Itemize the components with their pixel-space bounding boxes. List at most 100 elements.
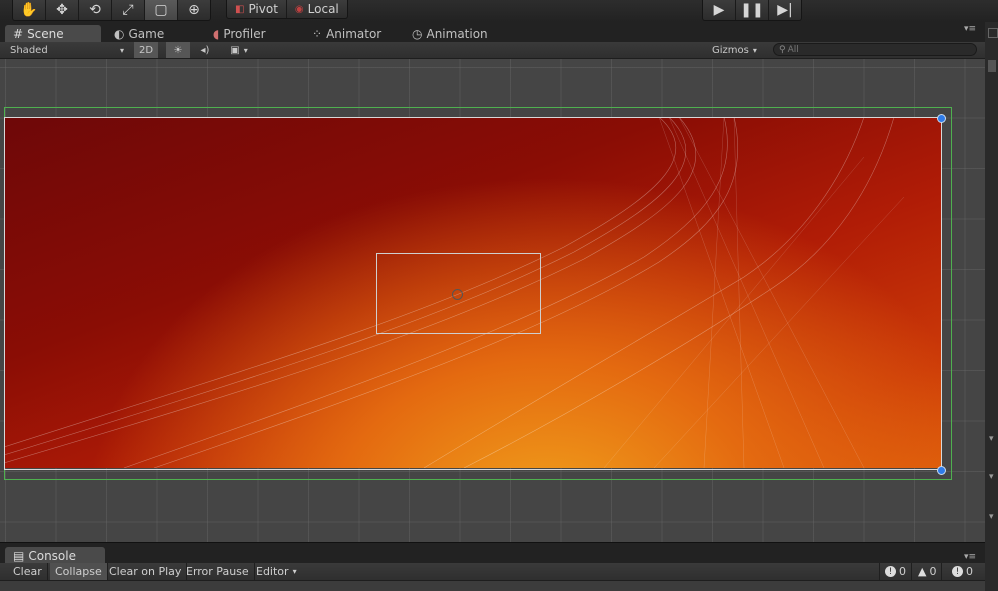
- scene-icon: #: [13, 26, 24, 41]
- audio-toggle[interactable]: ◂): [194, 42, 216, 58]
- pause-icon: ❚❚: [740, 2, 764, 18]
- collapse-label: Collapse: [55, 565, 102, 578]
- animation-icon: ◷: [412, 26, 423, 41]
- tab-console-label: Console: [28, 548, 76, 563]
- error-pause-label: Error Pause: [186, 565, 249, 578]
- rotate-icon: ⟲: [89, 2, 101, 18]
- playback-controls: ▶ ❚❚ ▶|: [702, 0, 802, 21]
- warning-count: 0: [929, 565, 937, 578]
- hand-icon: ✋: [20, 2, 38, 18]
- pause-button[interactable]: ❚❚: [736, 0, 769, 20]
- tab-animation-label: Animation: [426, 26, 488, 41]
- error-count: 0: [966, 565, 973, 578]
- transform-icon: ⊕: [188, 2, 200, 18]
- clear-on-play-button[interactable]: Clear on Play: [104, 563, 188, 580]
- tab-animation[interactable]: ◷ Animation: [404, 25, 496, 42]
- scale-icon: ⤢: [122, 2, 134, 18]
- transform-tools: ✋ ✥ ⟲ ⤢ ▢ ⊕: [12, 0, 211, 21]
- speaker-icon: ◂): [200, 44, 210, 56]
- gizmos-label: Gizmos: [712, 44, 749, 56]
- profiler-icon: ◖: [213, 26, 220, 41]
- chevron-down-icon[interactable]: ▾: [989, 512, 994, 522]
- play-button[interactable]: ▶: [703, 0, 736, 20]
- view-tabs: # Scene ◐ Game ◖ Profiler ⁘ Animator ◷ A…: [0, 22, 998, 43]
- collapse-button[interactable]: Collapse: [50, 563, 108, 580]
- rect-handle-top-right[interactable]: [937, 114, 946, 123]
- animator-icon: ⁘: [312, 26, 323, 41]
- clear-on-play-label: Clear on Play: [109, 565, 182, 578]
- local-icon: ◉: [294, 3, 304, 15]
- main-toolbar: ✋ ✥ ⟲ ⤢ ▢ ⊕ ◧ Pivot ◉ Local ▶ ❚❚ ▶|: [0, 0, 998, 22]
- rect-icon: ▢: [154, 2, 168, 18]
- image-icon: ▣: [230, 44, 240, 56]
- tab-scene-label: Scene: [27, 26, 64, 41]
- lighting-toggle[interactable]: ☀: [166, 42, 190, 58]
- chevron-down-icon[interactable]: ▾: [989, 434, 994, 444]
- tab-console[interactable]: ▤ Console: [5, 547, 105, 564]
- rect-handle-bottom-right[interactable]: [937, 466, 946, 475]
- warning-count-toggle[interactable]: ▲ 0: [913, 563, 943, 580]
- clear-label: Clear: [13, 565, 42, 578]
- rect-tool-button[interactable]: ▢: [145, 0, 178, 20]
- sun-icon: ☀: [173, 44, 183, 56]
- tab-game[interactable]: ◐ Game: [106, 25, 172, 42]
- scrollbar-thumb[interactable]: [988, 60, 996, 72]
- scale-tool-button[interactable]: ⤢: [112, 0, 145, 20]
- chevron-down-icon: ▾: [119, 45, 124, 55]
- hand-tool-button[interactable]: ✋: [13, 0, 46, 20]
- search-placeholder: All: [787, 44, 799, 55]
- console-tab-bar: ▤ Console ▾≡: [0, 542, 985, 564]
- pivot-toggle[interactable]: ◧ Pivot: [227, 0, 287, 18]
- mode-2d-label: 2D: [138, 44, 154, 56]
- chevron-down-icon[interactable]: ▾: [989, 472, 994, 482]
- local-toggle[interactable]: ◉ Local: [287, 0, 347, 18]
- tab-profiler-label: Profiler: [223, 26, 266, 41]
- tab-scene[interactable]: # Scene: [5, 25, 101, 42]
- chevron-down-icon: ▾: [243, 45, 248, 55]
- console-icon: ▤: [13, 548, 25, 563]
- error-icon: !: [952, 566, 963, 577]
- shading-dropdown[interactable]: Shaded ▾: [6, 42, 128, 58]
- pivot-label: Pivot: [248, 2, 278, 16]
- scene-toolbar: Shaded ▾ 2D ☀ ◂) ▣ ▾ Gizmos ▾ ⚲ All: [0, 42, 985, 59]
- editor-dropdown[interactable]: Editor ▾: [251, 563, 302, 580]
- clear-button[interactable]: Clear: [8, 563, 48, 580]
- play-icon: ▶: [713, 2, 725, 18]
- error-pause-button[interactable]: Error Pause: [181, 563, 255, 580]
- search-icon: ⚲: [779, 44, 786, 55]
- right-panel-edge: ▾ ▾ ▾: [985, 22, 998, 591]
- chevron-down-icon: ▾: [752, 45, 757, 55]
- mode-2d-toggle[interactable]: 2D: [134, 42, 158, 58]
- scene-search[interactable]: ⚲ All: [773, 43, 977, 56]
- effects-dropdown[interactable]: ▣ ▾: [222, 42, 256, 58]
- camera-pivot-icon[interactable]: [452, 289, 463, 300]
- move-icon: ✥: [56, 2, 68, 18]
- chevron-down-icon: ▾: [292, 567, 297, 576]
- info-icon: !: [885, 566, 896, 577]
- transform-tool-button[interactable]: ⊕: [178, 0, 210, 20]
- tab-animator-label: Animator: [326, 26, 382, 41]
- editor-label: Editor: [256, 565, 289, 578]
- tab-game-label: Game: [128, 26, 165, 41]
- rotate-tool-button[interactable]: ⟲: [79, 0, 112, 20]
- shading-mode-value: Shaded: [10, 44, 48, 56]
- info-count: 0: [899, 565, 906, 578]
- console-toolbar: Clear Collapse Clear on Play Error Pause…: [0, 563, 985, 581]
- pivot-icon: ◧: [235, 3, 245, 15]
- game-icon: ◐: [114, 26, 125, 41]
- tab-profiler[interactable]: ◖ Profiler: [205, 25, 274, 42]
- tab-menu-icon[interactable]: ▾≡: [964, 552, 976, 562]
- move-tool-button[interactable]: ✥: [46, 0, 79, 20]
- panel-handle-icon[interactable]: [988, 28, 998, 38]
- tab-menu-icon[interactable]: ▾≡: [964, 24, 976, 34]
- tab-animator[interactable]: ⁘ Animator: [304, 25, 389, 42]
- error-count-toggle[interactable]: ! 0: [947, 563, 978, 580]
- local-label: Local: [307, 2, 339, 16]
- info-count-toggle[interactable]: ! 0: [879, 563, 912, 580]
- gizmos-dropdown[interactable]: Gizmos ▾: [712, 42, 768, 58]
- step-icon: ▶|: [777, 2, 793, 18]
- warning-icon: ▲: [918, 565, 927, 578]
- pivot-group: ◧ Pivot ◉ Local: [226, 0, 348, 19]
- console-log-area[interactable]: [0, 581, 985, 591]
- step-button[interactable]: ▶|: [769, 0, 801, 20]
